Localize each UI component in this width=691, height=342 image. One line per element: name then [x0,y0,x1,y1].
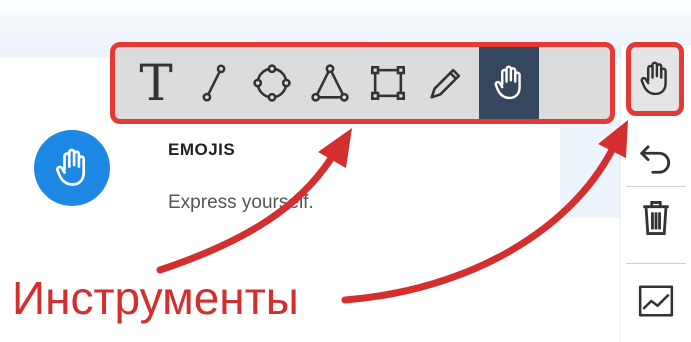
rectangle-tool[interactable] [359,47,417,119]
avatar [34,130,110,206]
hand-icon [56,148,86,186]
text-tool-label: T [139,54,173,112]
line-tool[interactable] [185,47,243,119]
polygon-tool[interactable] [301,47,359,119]
annotation-label: Инструменты [12,272,299,324]
trash-icon [643,200,669,235]
hand-tool[interactable] [479,47,539,119]
undo-icon [640,144,671,174]
card-title: EMOJIS [168,140,236,159]
card-subtitle: Express yourself. [168,192,314,213]
triangle-icon [311,64,349,102]
undo-button[interactable] [628,130,684,185]
circle-tool[interactable] [243,47,301,119]
delete-button[interactable] [628,190,684,245]
rectangle-icon [371,66,406,100]
pencil-tool[interactable] [417,47,475,119]
line-icon [202,64,226,102]
hand-icon [640,61,667,96]
right-hand-button[interactable] [626,42,684,116]
chart-icon [638,284,674,317]
divider [626,186,686,187]
divider [626,263,686,264]
hand-icon [494,65,521,100]
drawing-toolbar: T [110,42,615,124]
text-tool[interactable]: T [127,47,185,119]
circle-icon [253,64,291,102]
card-edge [560,120,620,218]
pencil-icon [430,68,461,99]
chart-button[interactable] [628,273,684,328]
